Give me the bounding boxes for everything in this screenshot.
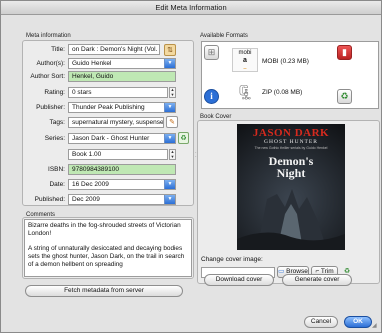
series-index-stepper[interactable]: ▲ ▼ — [169, 149, 176, 160]
authors-value: Guido Henkel — [72, 60, 112, 67]
info-icon[interactable]: i — [204, 89, 219, 104]
rating-stepper[interactable]: ▲ ▼ — [169, 87, 176, 98]
publisher-combo[interactable]: Thunder Peak Publishing ▼ — [68, 102, 176, 113]
mobi-amazon-icon: mobi a ⌣ — [232, 48, 258, 72]
isbn-label: ISBN: — [48, 166, 65, 173]
date-label: Date: — [49, 181, 65, 188]
series-combo[interactable]: Jason Dark - Ghost Hunter ▼ — [68, 133, 176, 144]
rating-field[interactable]: 0 stars — [68, 87, 168, 98]
tag-editor-icon[interactable]: ✎ — [166, 116, 178, 128]
cover-series-title: JASON DARK — [252, 127, 330, 139]
tags-label: Tags: — [49, 119, 65, 126]
window-title: Edit Meta Information — [1, 1, 381, 15]
chevron-down-icon: ▼ — [167, 181, 173, 187]
title-field[interactable]: on Dark : Demon's Night (Vol. 1) — [68, 44, 160, 55]
cover-image: JASON DARK GHOST HUNTER The new Gothic t… — [237, 124, 345, 250]
recycle-icon[interactable]: ♻ — [337, 89, 352, 104]
author-sort-field[interactable]: Henkel, Guido — [68, 71, 176, 82]
cover-series-subtitle: GHOST HUNTER — [264, 139, 318, 145]
authors-combo[interactable]: Guido Henkel ▼ — [68, 58, 176, 69]
chevron-down-icon: ▼ — [167, 104, 173, 110]
resize-grip-icon[interactable]: ◢ — [372, 322, 381, 331]
isbn-field[interactable]: 9780984389100 — [68, 164, 176, 175]
cover-tagline: The new Gothic thriller serials by Guido… — [254, 146, 328, 150]
format-item-zip[interactable]: ZIP (0.08 MB) — [262, 89, 302, 96]
title-label: Title: — [51, 46, 65, 53]
meta-group-label: Meta information — [26, 33, 71, 39]
add-format-icon[interactable]: ⊞ — [204, 45, 219, 60]
zip-icon: 🗜 — [236, 84, 254, 100]
folder-icon: ▭ — [278, 268, 285, 275]
author-sort-label: Author Sort: — [30, 73, 65, 80]
format-item-mobi[interactable]: MOBI (0.23 MB) — [262, 58, 309, 65]
chevron-down-icon: ▼ — [167, 196, 173, 202]
cover-book-title: Demon's Night — [237, 155, 345, 179]
published-combo[interactable]: Dec 2009 ▼ — [68, 194, 176, 205]
fetch-metadata-button[interactable]: Fetch metadata from server — [25, 285, 183, 297]
publisher-value: Thunder Peak Publishing — [72, 104, 145, 111]
publisher-label: Publisher: — [36, 104, 65, 111]
published-value: Dec 2009 — [72, 196, 100, 203]
chevron-down-icon: ▼ — [167, 60, 173, 66]
authors-label: Author(s): — [36, 60, 65, 67]
cover-artwork — [237, 189, 345, 250]
swap-title-author-icon[interactable]: ⇅ — [164, 44, 176, 56]
series-index-field[interactable]: Book 1.00 — [68, 149, 168, 160]
ok-button[interactable]: OK — [344, 316, 372, 328]
cancel-button[interactable]: Cancel — [304, 316, 338, 328]
published-label: Published: — [34, 196, 65, 203]
rating-label: Rating: — [44, 89, 65, 96]
formats-group-label: Available Formats — [200, 33, 248, 39]
tags-field[interactable]: supernatural mystery, suspense — [68, 117, 164, 128]
date-combo[interactable]: 16 Dec 2009 ▼ — [68, 179, 176, 190]
series-label: Series: — [44, 135, 65, 142]
comments-editor[interactable]: Bizarre deaths in the fog-shrouded stree… — [24, 219, 192, 277]
remove-series-icon[interactable]: ♻ — [178, 132, 189, 144]
edit-meta-window: Edit Meta Information Meta information T… — [0, 0, 382, 333]
remove-format-icon[interactable]: ▮ — [337, 45, 352, 60]
download-cover-button[interactable]: Download cover — [204, 274, 274, 286]
cover-book-title-2: Night — [276, 166, 306, 180]
comments-text: Bizarre deaths in the fog-shrouded stree… — [28, 222, 185, 268]
formats-list: mobi a ⌣ MOBI (0.23 MB) 🗜 ZIP (0.08 MB) — [201, 41, 379, 109]
change-cover-label: Change cover image: — [201, 256, 263, 263]
date-value: 16 Dec 2009 — [72, 181, 109, 188]
series-value: Jason Dark - Ghost Hunter — [72, 135, 150, 142]
generate-cover-button[interactable]: Generate cover — [282, 274, 352, 286]
chevron-down-icon: ▼ — [167, 135, 173, 141]
